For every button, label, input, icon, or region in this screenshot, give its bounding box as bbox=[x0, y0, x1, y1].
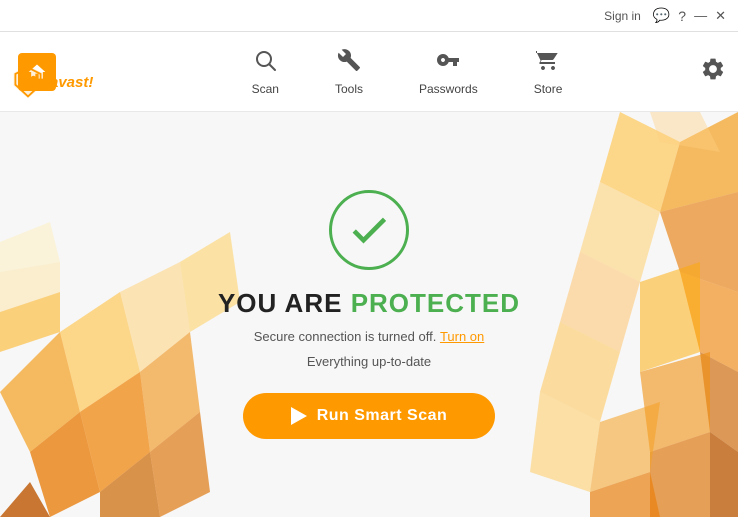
nav-item-scan[interactable]: Scan bbox=[224, 40, 307, 104]
nav-item-store[interactable]: Store bbox=[506, 40, 591, 104]
nav-item-passwords[interactable]: Passwords bbox=[391, 40, 506, 104]
title-bar: Sign in 💬 ? — ✕ bbox=[0, 0, 738, 32]
nav-bar: avast! Scan Tools Passwords bbox=[0, 32, 738, 112]
avast-logo: avast! bbox=[10, 64, 93, 100]
minimize-button[interactable]: — bbox=[690, 8, 711, 23]
tools-label: Tools bbox=[335, 82, 363, 96]
store-label: Store bbox=[534, 82, 563, 96]
settings-icon bbox=[700, 56, 726, 82]
passwords-label: Passwords bbox=[419, 82, 478, 96]
main-content: YOU ARE PROTECTED Secure connection is t… bbox=[0, 112, 738, 517]
checkmark-icon bbox=[347, 208, 391, 252]
run-smart-scan-button[interactable]: Run Smart Scan bbox=[243, 393, 496, 439]
status-sub: Secure connection is turned off. Turn on bbox=[254, 329, 485, 344]
help-icon[interactable]: ? bbox=[674, 6, 690, 26]
nav-items: Scan Tools Passwords Store bbox=[86, 40, 728, 104]
avast-shield-icon bbox=[10, 64, 46, 100]
scan-label: Scan bbox=[252, 82, 279, 96]
close-button[interactable]: ✕ bbox=[711, 8, 730, 24]
sign-in-text[interactable]: Sign in bbox=[604, 9, 641, 23]
chat-icon[interactable]: 💬 bbox=[649, 5, 674, 26]
passwords-icon bbox=[436, 48, 460, 78]
play-icon bbox=[291, 407, 307, 425]
scan-icon bbox=[253, 48, 277, 78]
status-title: YOU ARE PROTECTED bbox=[218, 288, 520, 319]
scan-button-label: Run Smart Scan bbox=[317, 407, 448, 425]
avast-logo-text: avast! bbox=[50, 74, 93, 91]
turn-on-link[interactable]: Turn on bbox=[440, 329, 484, 344]
nav-item-tools[interactable]: Tools bbox=[307, 40, 391, 104]
tools-icon bbox=[337, 48, 361, 78]
store-icon bbox=[536, 48, 560, 78]
uptodate-text: Everything up-to-date bbox=[307, 354, 431, 369]
status-check-circle bbox=[329, 190, 409, 270]
settings-button[interactable] bbox=[700, 56, 726, 88]
center-content: YOU ARE PROTECTED Secure connection is t… bbox=[218, 190, 520, 439]
